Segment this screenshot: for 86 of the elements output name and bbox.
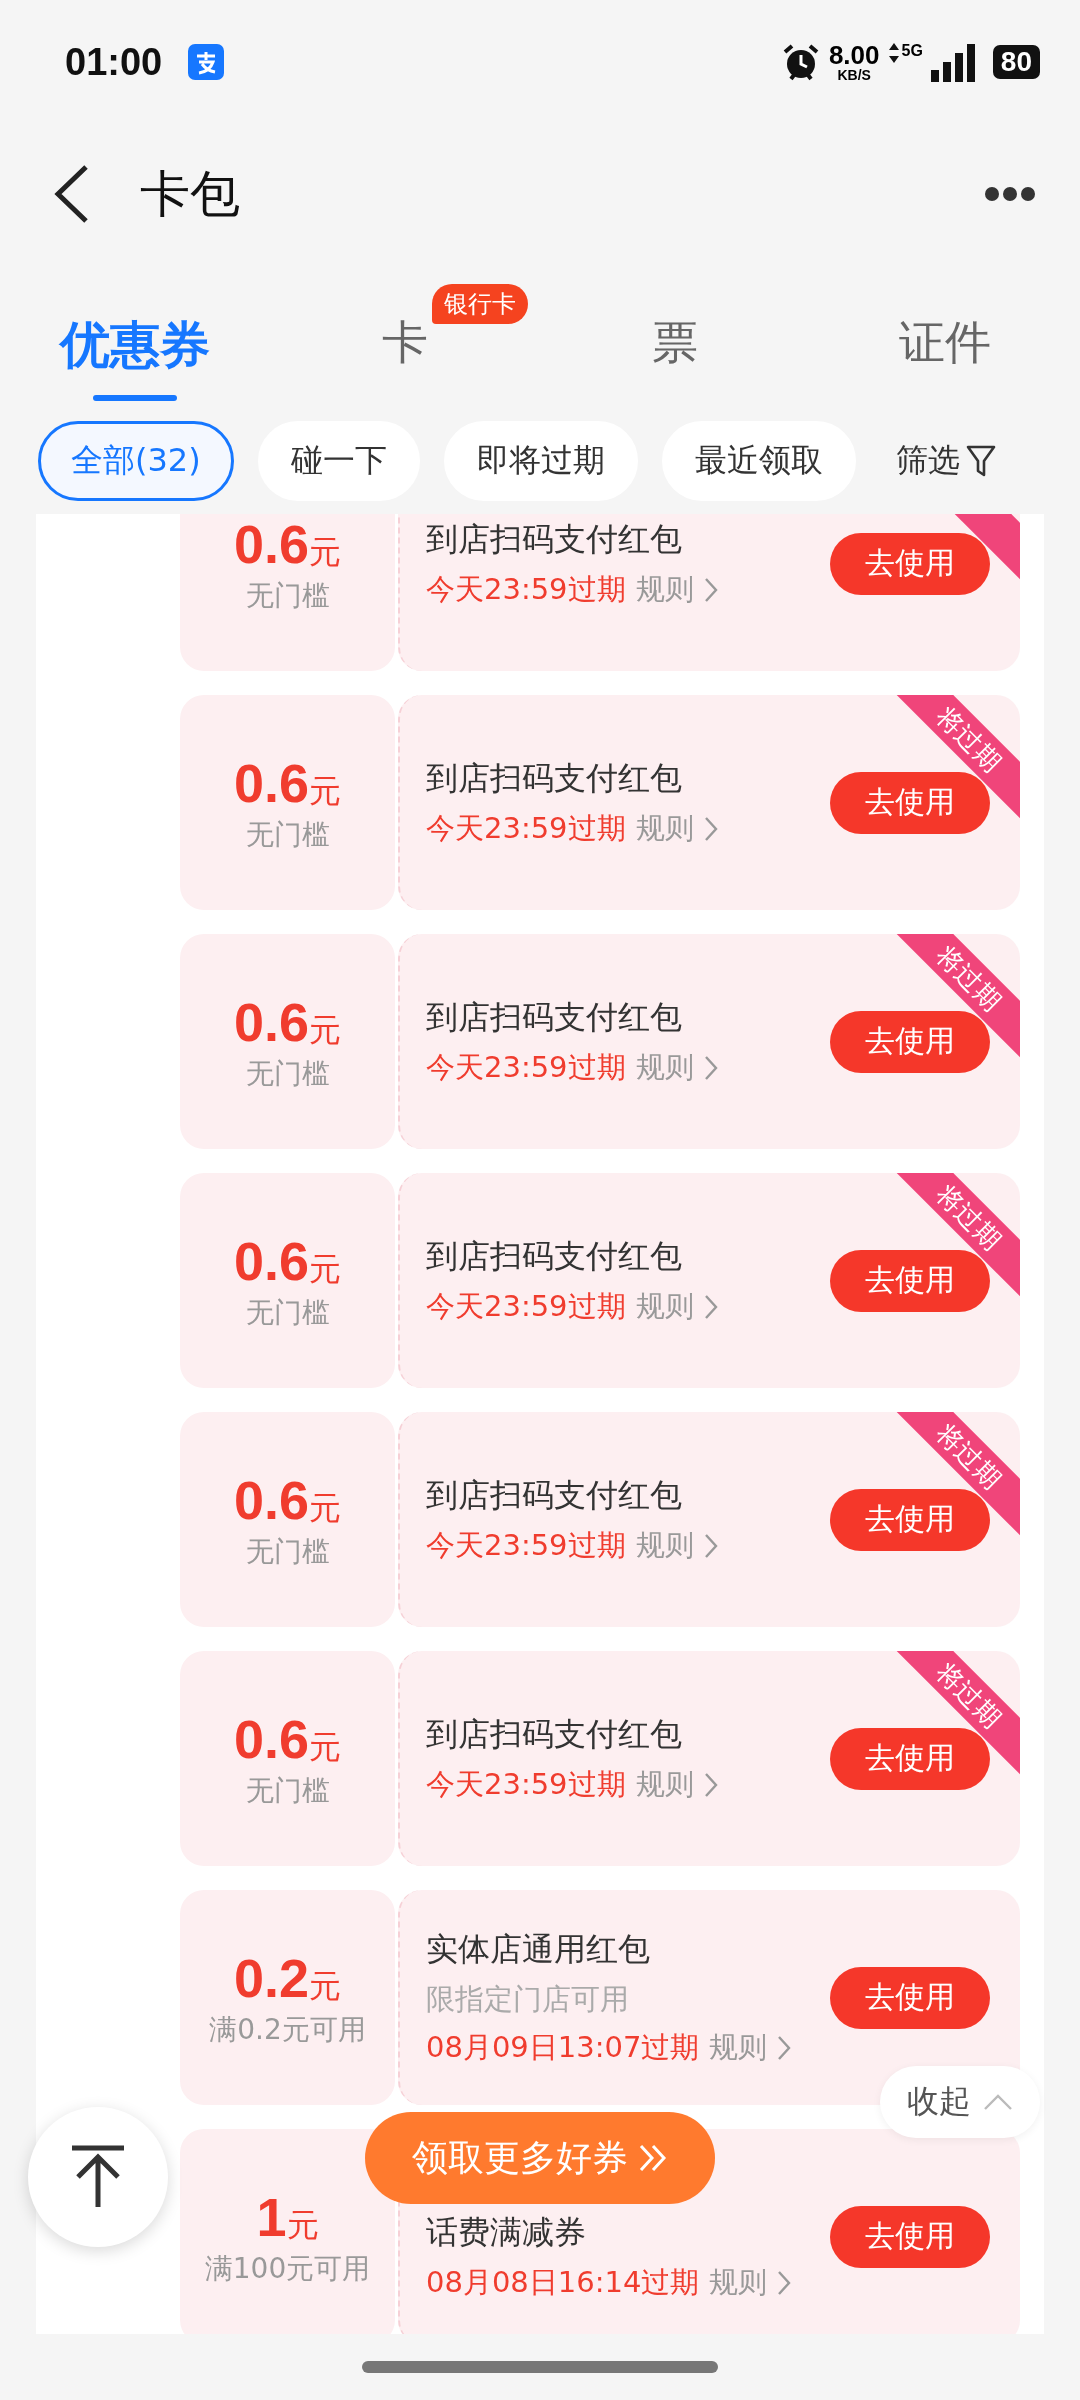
coupon-title: 到店扫码支付红包 bbox=[426, 996, 683, 1038]
status-time: 01:00 bbox=[65, 40, 163, 84]
currency-unit: 元 bbox=[309, 1248, 342, 1290]
coupon-amount: 0.6 bbox=[233, 1468, 310, 1531]
chevron-right-icon[interactable] bbox=[703, 1293, 718, 1320]
expiry-date: 08月08日16:14过期 bbox=[426, 2263, 700, 2301]
rules-link[interactable]: 规则 bbox=[709, 2027, 768, 2068]
expiry-date: 今天23:59过期 bbox=[426, 1526, 626, 1564]
chevron-right-icon[interactable] bbox=[703, 1532, 718, 1559]
use-button[interactable]: 去使用 bbox=[830, 2205, 990, 2268]
arrow-up-icon bbox=[70, 2145, 126, 2209]
tab[interactable]: 优惠券 bbox=[60, 312, 210, 379]
network-type: 5G bbox=[901, 42, 923, 60]
filter-chip[interactable]: 碰一下 bbox=[257, 421, 420, 501]
currency-unit: 元 bbox=[309, 531, 342, 573]
coupon-note: 限指定门店可用 bbox=[426, 1980, 630, 2018]
coupon-amount: 0.6 bbox=[233, 990, 310, 1053]
filter-chip[interactable]: 最近领取 bbox=[661, 421, 856, 501]
coupon-amount: 0.6 bbox=[233, 1229, 310, 1292]
chevron-right-icon[interactable] bbox=[703, 1771, 718, 1798]
rules-link[interactable]: 规则 bbox=[635, 1525, 694, 1566]
get-more-coupons-button[interactable]: 领取更多好券 bbox=[365, 2112, 715, 2204]
currency-unit: 元 bbox=[309, 770, 342, 812]
chevron-right-icon[interactable] bbox=[703, 815, 718, 842]
chevron-right-icon[interactable] bbox=[703, 1054, 718, 1081]
network-speed: 8.00 bbox=[828, 42, 880, 68]
coupon-title: 话费满减券 bbox=[426, 2211, 587, 2253]
expiry-date: 今天23:59过期 bbox=[426, 570, 626, 608]
rules-link[interactable]: 规则 bbox=[635, 569, 694, 610]
chevron-up-icon bbox=[983, 2093, 1013, 2111]
rules-link[interactable]: 规则 bbox=[709, 2262, 768, 2303]
double-chevron-icon bbox=[638, 2143, 668, 2173]
badge: 银行卡 bbox=[432, 284, 528, 324]
coupon-condition: 无门槛 bbox=[245, 816, 330, 853]
coupon-condition: 无门槛 bbox=[245, 1772, 330, 1809]
rules-link[interactable]: 规则 bbox=[635, 1286, 694, 1327]
use-button[interactable]: 去使用 bbox=[830, 532, 990, 595]
currency-unit: 元 bbox=[309, 1726, 342, 1768]
funnel-icon bbox=[966, 444, 996, 478]
coupon-condition: 满100元可用 bbox=[204, 2250, 371, 2287]
coupon-title: 到店扫码支付红包 bbox=[426, 1713, 683, 1755]
chevron-right-icon[interactable] bbox=[777, 2034, 792, 2061]
filter-chip[interactable]: 即将过期 bbox=[443, 421, 638, 501]
coupon-amount: 1 bbox=[256, 2185, 287, 2248]
coupon-amount: 0.6 bbox=[233, 1707, 310, 1770]
coupon-title: 实体店通用红包 bbox=[426, 1928, 651, 1970]
expiry-date: 今天23:59过期 bbox=[426, 1765, 626, 1803]
rules-link[interactable]: 规则 bbox=[635, 1047, 694, 1088]
tab[interactable]: 票 bbox=[652, 312, 698, 374]
coupon-condition: 满0.2元可用 bbox=[209, 2011, 366, 2048]
expiry-date: 08月09日13:07过期 bbox=[426, 2028, 700, 2066]
signal-icon bbox=[930, 42, 977, 82]
coupon-condition: 无门槛 bbox=[245, 1055, 330, 1092]
app-notification-icon bbox=[188, 44, 225, 80]
currency-unit: 元 bbox=[309, 1009, 342, 1051]
collapse-button[interactable]: 收起 bbox=[880, 2066, 1040, 2138]
battery-level: 80 bbox=[992, 45, 1040, 79]
currency-unit: 元 bbox=[286, 2204, 319, 2246]
chevron-right-icon[interactable] bbox=[703, 576, 718, 603]
coupon-condition: 无门槛 bbox=[245, 1294, 330, 1331]
expiry-date: 今天23:59过期 bbox=[426, 1287, 626, 1325]
tab[interactable]: 卡 bbox=[382, 312, 428, 374]
coupon-condition: 无门槛 bbox=[245, 577, 330, 614]
coupon-amount: 0.6 bbox=[233, 514, 310, 575]
coupon-title: 到店扫码支付红包 bbox=[426, 518, 683, 560]
coupon-amount: 0.6 bbox=[233, 751, 310, 814]
coupon-amount: 0.2 bbox=[233, 1946, 310, 2009]
coupon-title: 到店扫码支付红包 bbox=[426, 1474, 683, 1516]
data-arrows-icon bbox=[887, 42, 900, 64]
tab[interactable]: 证件 bbox=[899, 312, 991, 374]
filter-button[interactable]: 筛选 bbox=[896, 439, 996, 483]
currency-unit: 元 bbox=[309, 1487, 342, 1529]
expiry-date: 今天23:59过期 bbox=[426, 809, 626, 847]
speed-unit: KB/S bbox=[837, 68, 871, 82]
chevron-right-icon[interactable] bbox=[777, 2269, 792, 2296]
coupon-condition: 无门槛 bbox=[245, 1533, 330, 1570]
use-button[interactable]: 去使用 bbox=[830, 1966, 990, 2029]
more-icon[interactable] bbox=[985, 187, 1035, 201]
rules-link[interactable]: 规则 bbox=[635, 1764, 694, 1805]
coupon-title: 到店扫码支付红包 bbox=[426, 1235, 683, 1277]
page-title: 卡包 bbox=[140, 163, 241, 225]
currency-unit: 元 bbox=[309, 1965, 342, 2007]
expiry-date: 今天23:59过期 bbox=[426, 1048, 626, 1086]
rules-link[interactable]: 规则 bbox=[635, 808, 694, 849]
coupon-title: 到店扫码支付红包 bbox=[426, 757, 683, 799]
filter-chip[interactable]: 全部(32) bbox=[38, 421, 234, 501]
